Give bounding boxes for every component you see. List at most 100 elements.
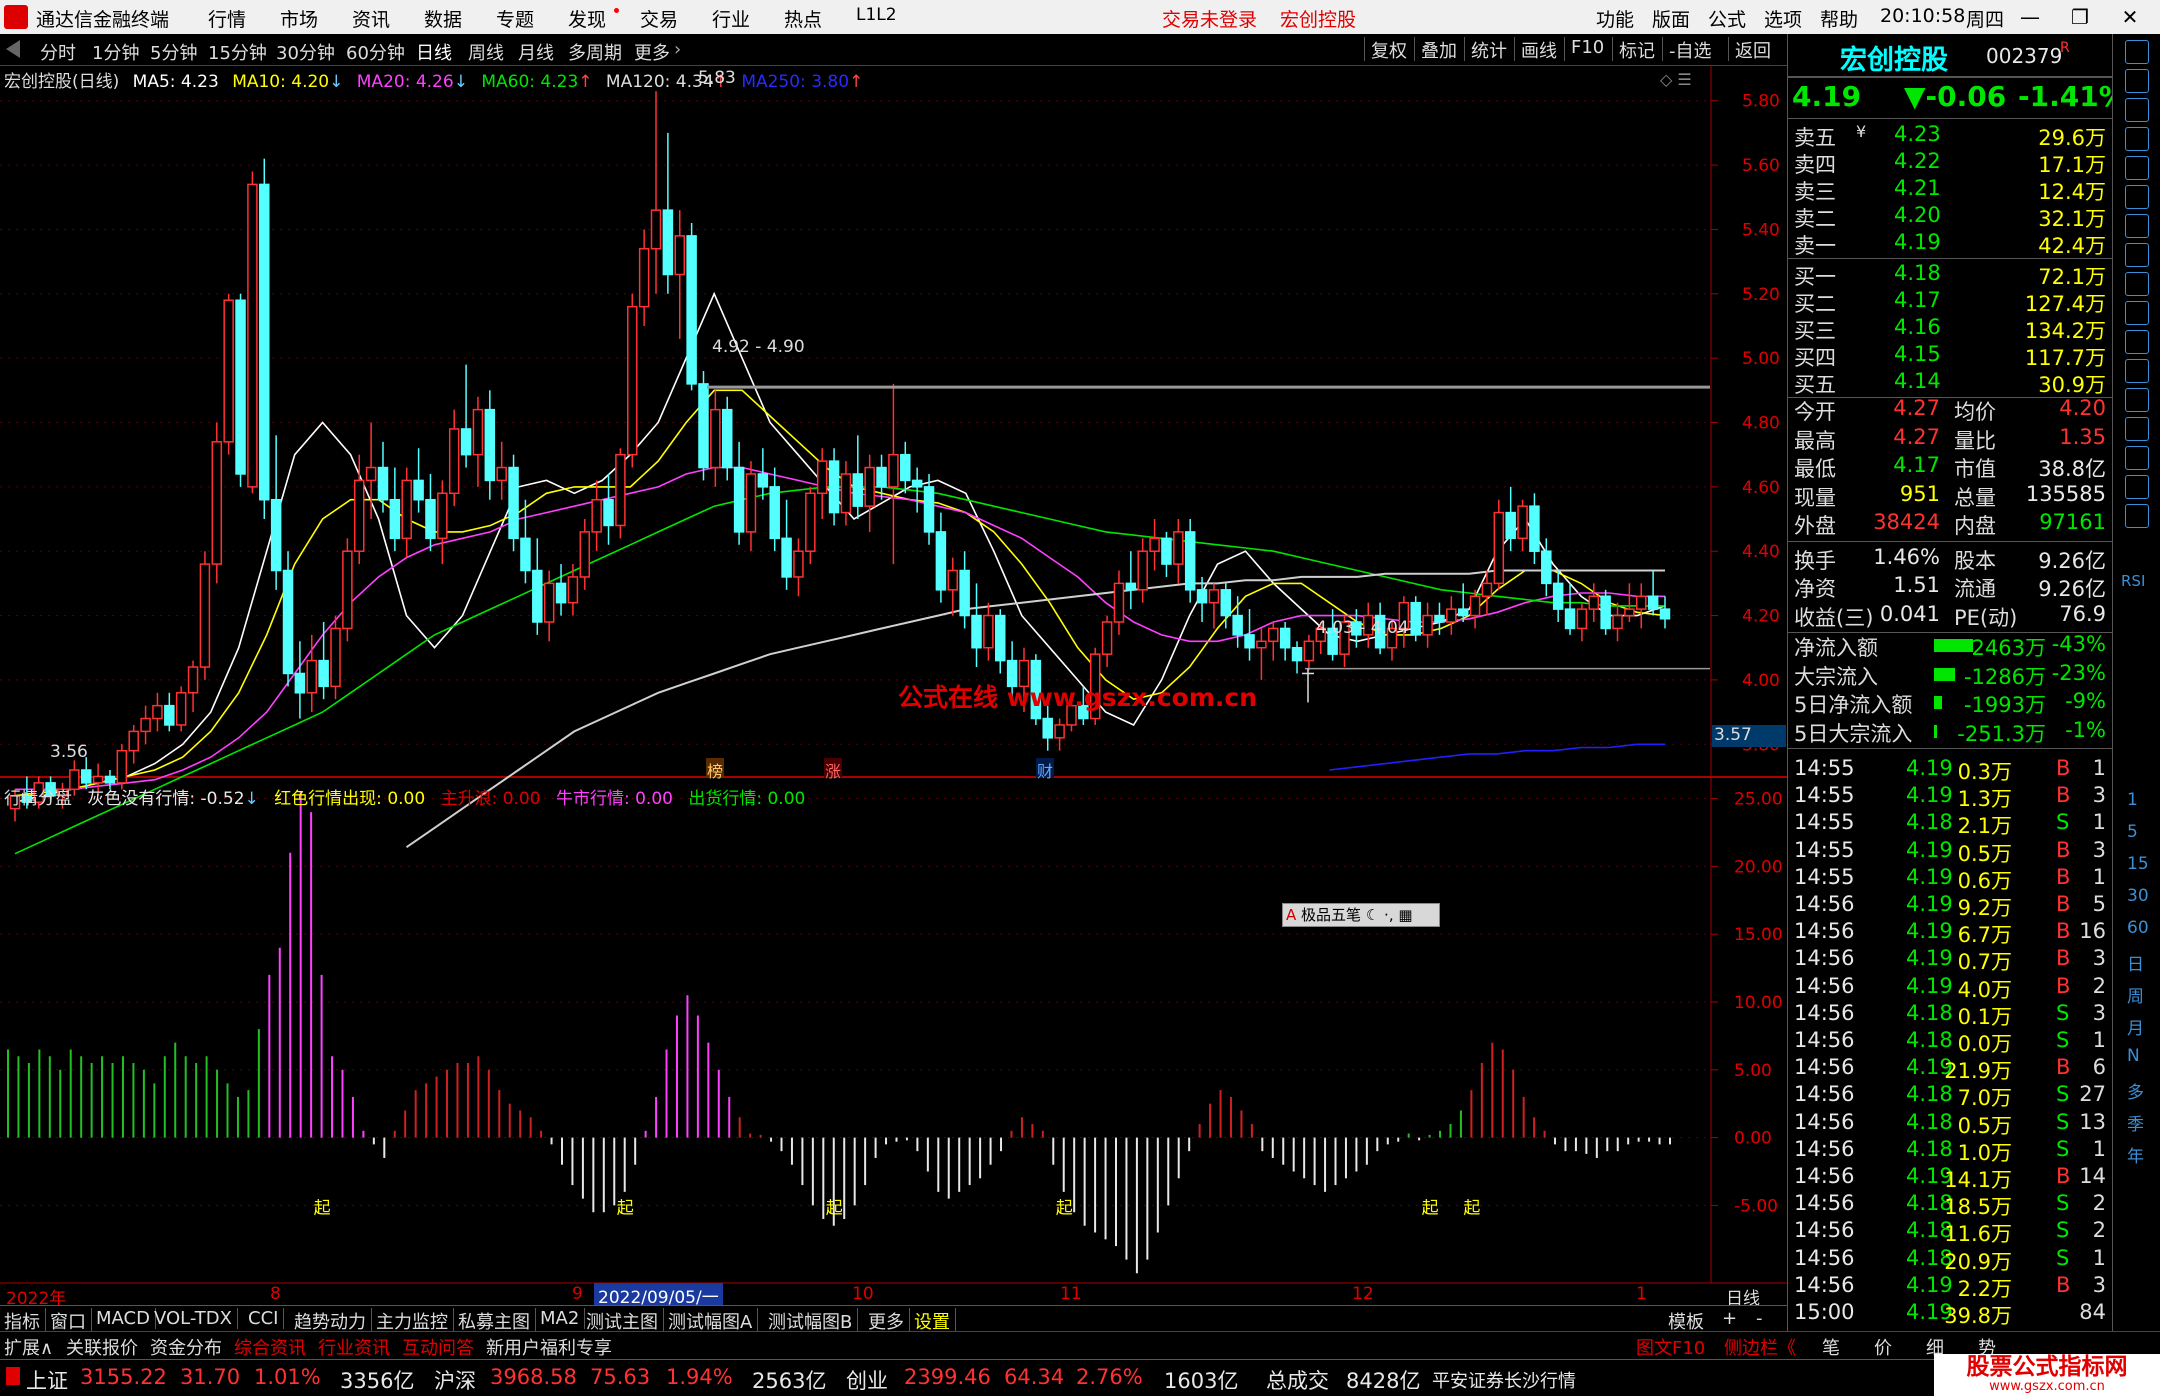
tick-row[interactable]: 15:00 4.19 39.8万 84 [1794, 1300, 2108, 1328]
kline-chart[interactable]: 5.80 5.60 5.40 5.20 5.00 4.80 4.60 4.40 4.20 4.00… [0, 65, 1787, 1305]
circle-icon[interactable] [2125, 388, 2149, 412]
tab-right-2[interactable]: - [1756, 1308, 1763, 1329]
pen-icon[interactable] [2125, 446, 2149, 470]
collapse-arrow-icon[interactable] [6, 40, 20, 58]
side-period-5[interactable]: 日 [2127, 950, 2144, 975]
info-tab-3[interactable]: 综合资讯 [234, 1334, 306, 1360]
input-method-bar[interactable]: A 极品五笔 ☾ ·, ▦ [1282, 903, 1440, 927]
menu-zixun[interactable]: 资讯 [352, 5, 390, 32]
side-rsi[interactable]: RSI [2121, 572, 2145, 590]
login-status[interactable]: 交易未登录 [1162, 5, 1257, 32]
side-period-1[interactable]: 5 [2127, 822, 2138, 842]
cross-icon[interactable] [2125, 417, 2149, 441]
indicator-tab-2[interactable]: MACD [96, 1308, 156, 1329]
info-tab-1[interactable]: 关联报价 [66, 1334, 138, 1360]
minimize-icon[interactable]: — [2010, 3, 2050, 31]
tick-row[interactable]: 14:56 4.18 0.1万 S 3 [1794, 1001, 2108, 1029]
info-tab-4[interactable]: 行业资讯 [318, 1334, 390, 1360]
info-tab-2[interactable]: 资金分布 [150, 1334, 222, 1360]
tick-row[interactable]: 14:55 4.19 0.3万 B 1 [1794, 756, 2108, 784]
side-period-0[interactable]: 1 [2127, 790, 2138, 810]
expand-icon[interactable] [2125, 40, 2149, 64]
tick-row[interactable]: 14:55 4.18 2.1万 S 1 [1794, 810, 2108, 838]
badge-bang[interactable]: 榜 [706, 758, 724, 781]
side-period-4[interactable]: 60 [2127, 918, 2149, 938]
menu-zhuanti[interactable]: 专题 [496, 5, 534, 32]
bid-row[interactable]: 买二 4.17 127.4万 [1794, 288, 2108, 316]
side-period-8[interactable]: N [2127, 1046, 2140, 1066]
tick-row[interactable]: 14:55 4.19 0.6万 B 1 [1794, 865, 2108, 893]
menu-gongshi[interactable]: 公式 [1708, 5, 1746, 32]
menu-hangye[interactable]: 行业 [712, 5, 750, 32]
info-tab-6[interactable]: 新用户福利专享 [486, 1334, 612, 1360]
info-tab-right-0[interactable]: 图文F10 [1636, 1334, 1705, 1360]
close-icon[interactable]: ✕ [2110, 3, 2150, 31]
period-15min[interactable]: 15分钟 [208, 39, 267, 65]
f5-icon[interactable] [2125, 475, 2149, 499]
info-tab-right-2[interactable]: 笔 [1822, 1334, 1840, 1360]
period-multi[interactable]: 多周期 [568, 39, 622, 65]
side-period-6[interactable]: 周 [2127, 982, 2144, 1007]
side-period-7[interactable]: 月 [2127, 1014, 2144, 1039]
tab-right-1[interactable]: + [1722, 1308, 1737, 1329]
tool-zixuan[interactable]: -自选 [1662, 37, 1712, 62]
menu-xuanxiang[interactable]: 选项 [1764, 5, 1802, 32]
period-30min[interactable]: 30分钟 [276, 39, 335, 65]
table-icon[interactable] [2125, 330, 2149, 354]
candle-icon[interactable] [2125, 214, 2149, 238]
indicator-tab-8[interactable]: MA2 [540, 1308, 586, 1329]
tick-row[interactable]: 14:56 4.19 2.2万 B 3 [1794, 1273, 2108, 1301]
flag-icon[interactable] [2125, 301, 2149, 325]
period-weekly[interactable]: 周线 [468, 39, 504, 65]
side-period-10[interactable]: 季 [2127, 1110, 2144, 1135]
tick-row[interactable]: 14:56 4.19 14.1万 B 14 [1794, 1164, 2108, 1192]
tool-huaxian[interactable]: 画线 [1514, 37, 1557, 62]
tick-row[interactable]: 14:56 4.19 4.0万 B 2 [1794, 974, 2108, 1002]
ask-row[interactable]: 卖四 4.22 17.1万 [1794, 149, 2108, 177]
tick-row[interactable]: 14:55 4.19 0.5万 B 3 [1794, 838, 2108, 866]
tick-row[interactable]: 14:56 4.18 7.0万 S 27 [1794, 1082, 2108, 1110]
bid-row[interactable]: 买一 4.18 72.1万 [1794, 261, 2108, 289]
ask-row[interactable]: 卖五 ¥4.23 29.6万 [1794, 122, 2108, 150]
period-60min[interactable]: 60分钟 [346, 39, 405, 65]
tick-row[interactable]: 14:56 4.18 20.9万 S 1 [1794, 1246, 2108, 1274]
tick-row[interactable]: 14:56 4.18 1.0万 S 1 [1794, 1137, 2108, 1165]
info-tab-right-3[interactable]: 价 [1874, 1334, 1892, 1360]
info-tab-right-1[interactable]: 侧边栏《 [1724, 1334, 1796, 1360]
side-period-11[interactable]: 年 [2127, 1142, 2144, 1167]
side-period-3[interactable]: 30 [2127, 886, 2149, 906]
menu-banmian[interactable]: 版面 [1652, 5, 1690, 32]
indicator-tab-4[interactable]: CCI [248, 1308, 285, 1329]
tick-row[interactable]: 14:56 4.18 0.0万 S 1 [1794, 1028, 2108, 1056]
badge-cai[interactable]: 财 [1036, 758, 1054, 781]
info-tab-5[interactable]: 互动问答 [402, 1334, 474, 1360]
doc-icon[interactable] [2125, 243, 2149, 267]
period-5min[interactable]: 5分钟 [150, 39, 197, 65]
tool-diejia[interactable]: 叠加 [1414, 37, 1457, 62]
menu-jiaoyi[interactable]: 交易 [640, 5, 678, 32]
tick-row[interactable]: 14:56 4.18 11.6万 S 2 [1794, 1218, 2108, 1246]
badge-zhang[interactable]: 涨 [824, 758, 842, 781]
bid-row[interactable]: 买三 4.16 134.2万 [1794, 315, 2108, 343]
sz-label[interactable]: 沪深 [434, 1365, 476, 1395]
tool-biaoji[interactable]: 标记 [1612, 37, 1655, 62]
market-icon[interactable] [2125, 359, 2149, 383]
period-more[interactable]: 更多 [634, 39, 670, 65]
tick-row[interactable]: 14:56 4.19 21.9万 B 6 [1794, 1055, 2108, 1083]
ask-row[interactable]: 卖二 4.20 32.1万 [1794, 203, 2108, 231]
menu-faxian[interactable]: 发现 [568, 5, 606, 32]
tick-row[interactable]: 14:56 4.18 18.5万 S 2 [1794, 1191, 2108, 1219]
period-1min[interactable]: 1分钟 [92, 39, 139, 65]
side-period-2[interactable]: 15 [2127, 854, 2149, 874]
menu-hangqing[interactable]: 行情 [208, 5, 246, 32]
restore-icon[interactable]: ❐ [2060, 3, 2100, 31]
sh-label[interactable]: 上证 [26, 1365, 68, 1395]
tool-f10[interactable]: F10 [1564, 37, 1604, 61]
menu-bangzhu[interactable]: 帮助 [1820, 5, 1858, 32]
tool-fanhui[interactable]: 返回 [1728, 37, 1771, 62]
chart-options-icon[interactable]: ◇ ☰ [1660, 70, 1692, 89]
fin-icon[interactable] [2125, 272, 2149, 296]
tick-row[interactable]: 14:56 4.19 6.7万 B 16 [1794, 919, 2108, 947]
grid-icon[interactable] [2125, 156, 2149, 180]
tick-row[interactable]: 14:56 4.18 0.5万 S 13 [1794, 1110, 2108, 1138]
